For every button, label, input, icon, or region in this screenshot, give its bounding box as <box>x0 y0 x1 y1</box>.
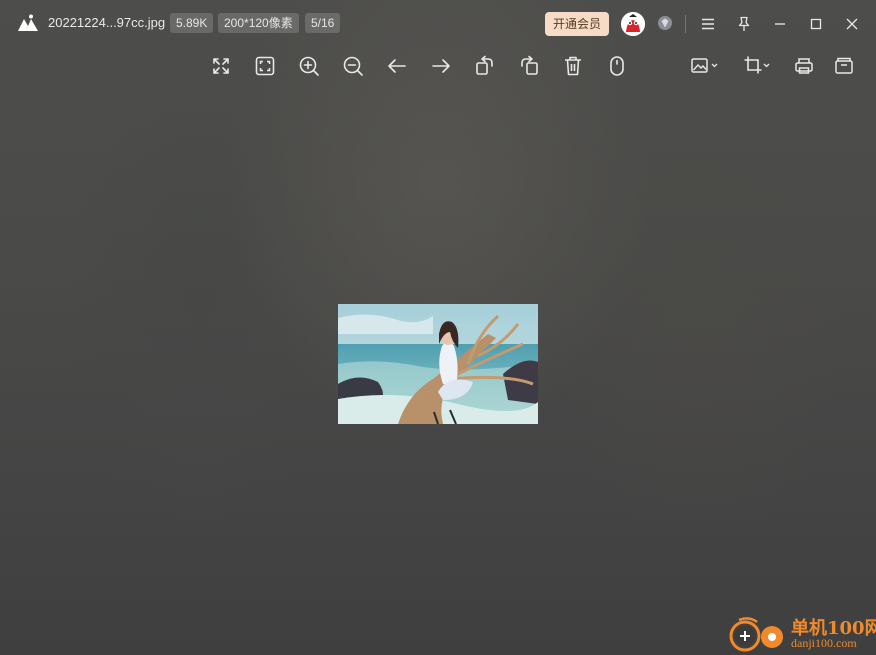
zoom-in-button[interactable] <box>297 54 321 78</box>
image-viewer-window: 20221224...97cc.jpg 5.89K 200*120像素 5/16… <box>0 0 876 655</box>
fullscreen-button[interactable] <box>209 54 233 78</box>
delete-icon <box>565 56 581 76</box>
rotate-left-button[interactable] <box>473 54 497 78</box>
zoom-out-button[interactable] <box>341 54 365 78</box>
open-folder-icon <box>835 57 853 74</box>
close-button[interactable] <box>842 14 862 34</box>
app-logo-icon <box>16 13 40 33</box>
watermark-logo-icon <box>729 617 783 652</box>
minimize-button[interactable] <box>770 14 790 34</box>
print-icon <box>795 58 813 74</box>
pin-button[interactable] <box>734 14 754 34</box>
menu-button[interactable] <box>698 14 718 34</box>
image-edit-icon <box>691 58 718 73</box>
avatar[interactable] <box>621 12 645 36</box>
zoom-in-icon <box>299 56 319 76</box>
open-folder-button[interactable] <box>832 54 856 78</box>
menu-icon <box>702 18 714 30</box>
rotate-right-button[interactable] <box>517 54 541 78</box>
dimensions-badge: 200*120像素 <box>218 13 299 33</box>
previous-icon <box>388 59 406 73</box>
mouse-mode-icon <box>610 56 624 76</box>
zoom-out-icon <box>343 56 363 76</box>
print-button[interactable] <box>792 54 816 78</box>
fit-window-button[interactable] <box>253 54 277 78</box>
image-edit-dropdown[interactable] <box>690 54 720 78</box>
file-name: 20221224...97cc.jpg <box>48 15 166 30</box>
fullscreen-icon <box>213 58 229 74</box>
next-icon <box>432 59 450 73</box>
crop-icon <box>744 56 770 74</box>
fit-window-icon <box>255 56 275 76</box>
rotate-left-icon <box>476 55 493 75</box>
site-watermark: 单机100网 danji100.com <box>727 612 876 652</box>
title-bar: 20221224...97cc.jpg 5.89K 200*120像素 5/16… <box>0 0 876 48</box>
file-size-badge: 5.89K <box>170 13 214 33</box>
rotate-right-icon <box>521 55 538 75</box>
delete-button[interactable] <box>561 54 585 78</box>
maximize-button[interactable] <box>806 14 826 34</box>
next-button[interactable] <box>429 54 453 78</box>
minimize-icon <box>775 23 785 25</box>
maximize-icon <box>810 18 822 30</box>
crop-dropdown[interactable] <box>742 54 772 78</box>
close-icon <box>846 18 858 30</box>
membership-badge-icon[interactable] <box>658 16 672 30</box>
watermark-site-url: danji100.com <box>791 636 857 650</box>
image-position-badge: 5/16 <box>305 13 341 33</box>
mouse-mode-button[interactable] <box>605 54 629 78</box>
pin-icon <box>738 16 750 31</box>
displayed-image[interactable] <box>338 304 538 424</box>
previous-button[interactable] <box>385 54 409 78</box>
title-separator <box>685 15 686 33</box>
vip-button[interactable]: 开通会员 <box>545 12 609 36</box>
